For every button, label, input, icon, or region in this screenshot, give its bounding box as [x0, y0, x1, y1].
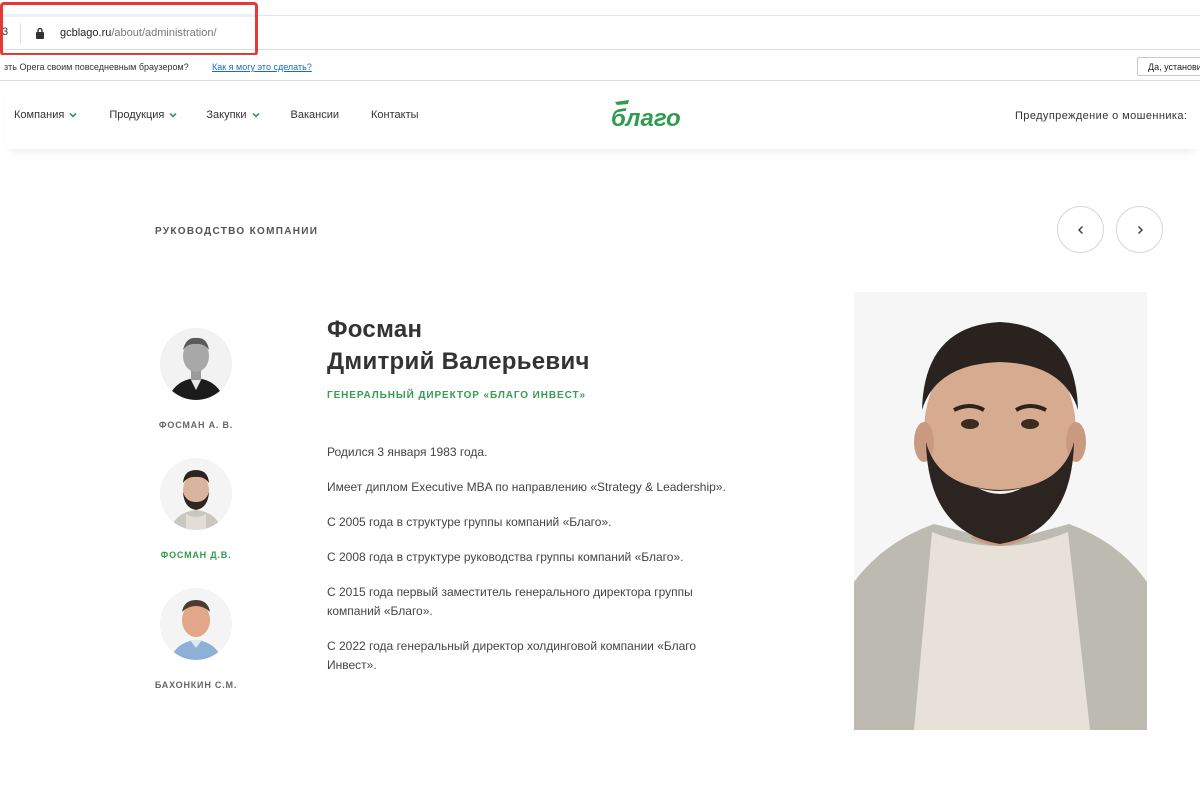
- person-role: ГЕНЕРАЛЬНЫЙ ДИРЕКТОР «БЛАГО ИНВЕСТ»: [327, 390, 586, 401]
- bio-paragraph: С 2005 года в структуре группы компаний …: [327, 515, 612, 529]
- nav-item-label: Вакансии: [290, 109, 340, 121]
- bio-paragraph: С 2022 года генеральный директор холдинг…: [327, 639, 697, 672]
- nav-item-contacts[interactable]: Контакты: [371, 109, 419, 121]
- url-highlight-annotation: [0, 2, 258, 56]
- nav-item-products[interactable]: Продукция: [109, 109, 177, 121]
- bio-paragraph: Имеет диплом Executive MBA по направлени…: [327, 480, 726, 494]
- nav-item-label: Закупки: [206, 109, 247, 121]
- bio-paragraph: С 2015 года первый заместитель генеральн…: [327, 585, 693, 618]
- bio-paragraph: С 2008 года в структуре руководства груп…: [327, 550, 684, 564]
- avatar: [160, 328, 232, 400]
- tabstrip-divider: [255, 15, 1200, 16]
- site-header: Компания Продукция Закупки Вакансии Конт…: [5, 82, 1200, 149]
- avatar: [160, 458, 232, 530]
- blago-logo[interactable]: благо: [609, 98, 709, 130]
- chevron-down-icon: [251, 112, 260, 118]
- leader-name: ФОСМАН А. В.: [158, 420, 234, 430]
- infobar-message: зть Opera своим повседневным браузером?: [4, 62, 189, 72]
- person-portrait: [854, 292, 1147, 730]
- nav-item-label: Продукция: [109, 109, 165, 121]
- avatar: [160, 588, 232, 660]
- person-name: Фосман Дмитрий Валерьевич: [327, 314, 590, 378]
- chevron-left-icon: [1077, 225, 1083, 234]
- section-title: РУКОВОДСТВО КОМПАНИИ: [155, 226, 319, 237]
- nav-item-company[interactable]: Компания: [14, 109, 77, 121]
- chevron-down-icon: [169, 112, 177, 118]
- person-bio: Родился 3 января 1983 года. Имеет диплом…: [327, 443, 727, 691]
- nav-item-label: Компания: [14, 109, 65, 121]
- svg-text:благо: благо: [611, 105, 681, 130]
- person-surname: Фосман: [327, 316, 423, 343]
- bio-paragraph: Родился 3 января 1983 года.: [327, 445, 488, 459]
- main-nav: Компания Продукция Закупки Вакансии Конт…: [14, 109, 419, 121]
- infobar-help-link[interactable]: Как я могу это сделать?: [212, 62, 312, 72]
- nav-item-vacancies[interactable]: Вакансии: [291, 109, 340, 121]
- fraud-warning-link[interactable]: Предупреждение о мошенника:: [1015, 110, 1187, 122]
- leader-name: БАХОНКИН С.М.: [154, 680, 238, 690]
- infobar-install-button[interactable]: Да, установить: [1137, 57, 1200, 76]
- default-browser-infobar: зть Opera своим повседневным браузером? …: [0, 55, 1200, 81]
- nav-item-purchases[interactable]: Закупки: [206, 109, 260, 121]
- chevron-right-icon: [1137, 225, 1143, 234]
- prev-button[interactable]: [1057, 206, 1104, 253]
- next-button[interactable]: [1116, 206, 1163, 253]
- chevron-down-icon: [69, 112, 77, 118]
- nav-item-label: Контакты: [371, 109, 419, 121]
- leader-name: ФОСМАН Д.В.: [160, 550, 232, 560]
- person-given-names: Дмитрий Валерьевич: [327, 348, 590, 375]
